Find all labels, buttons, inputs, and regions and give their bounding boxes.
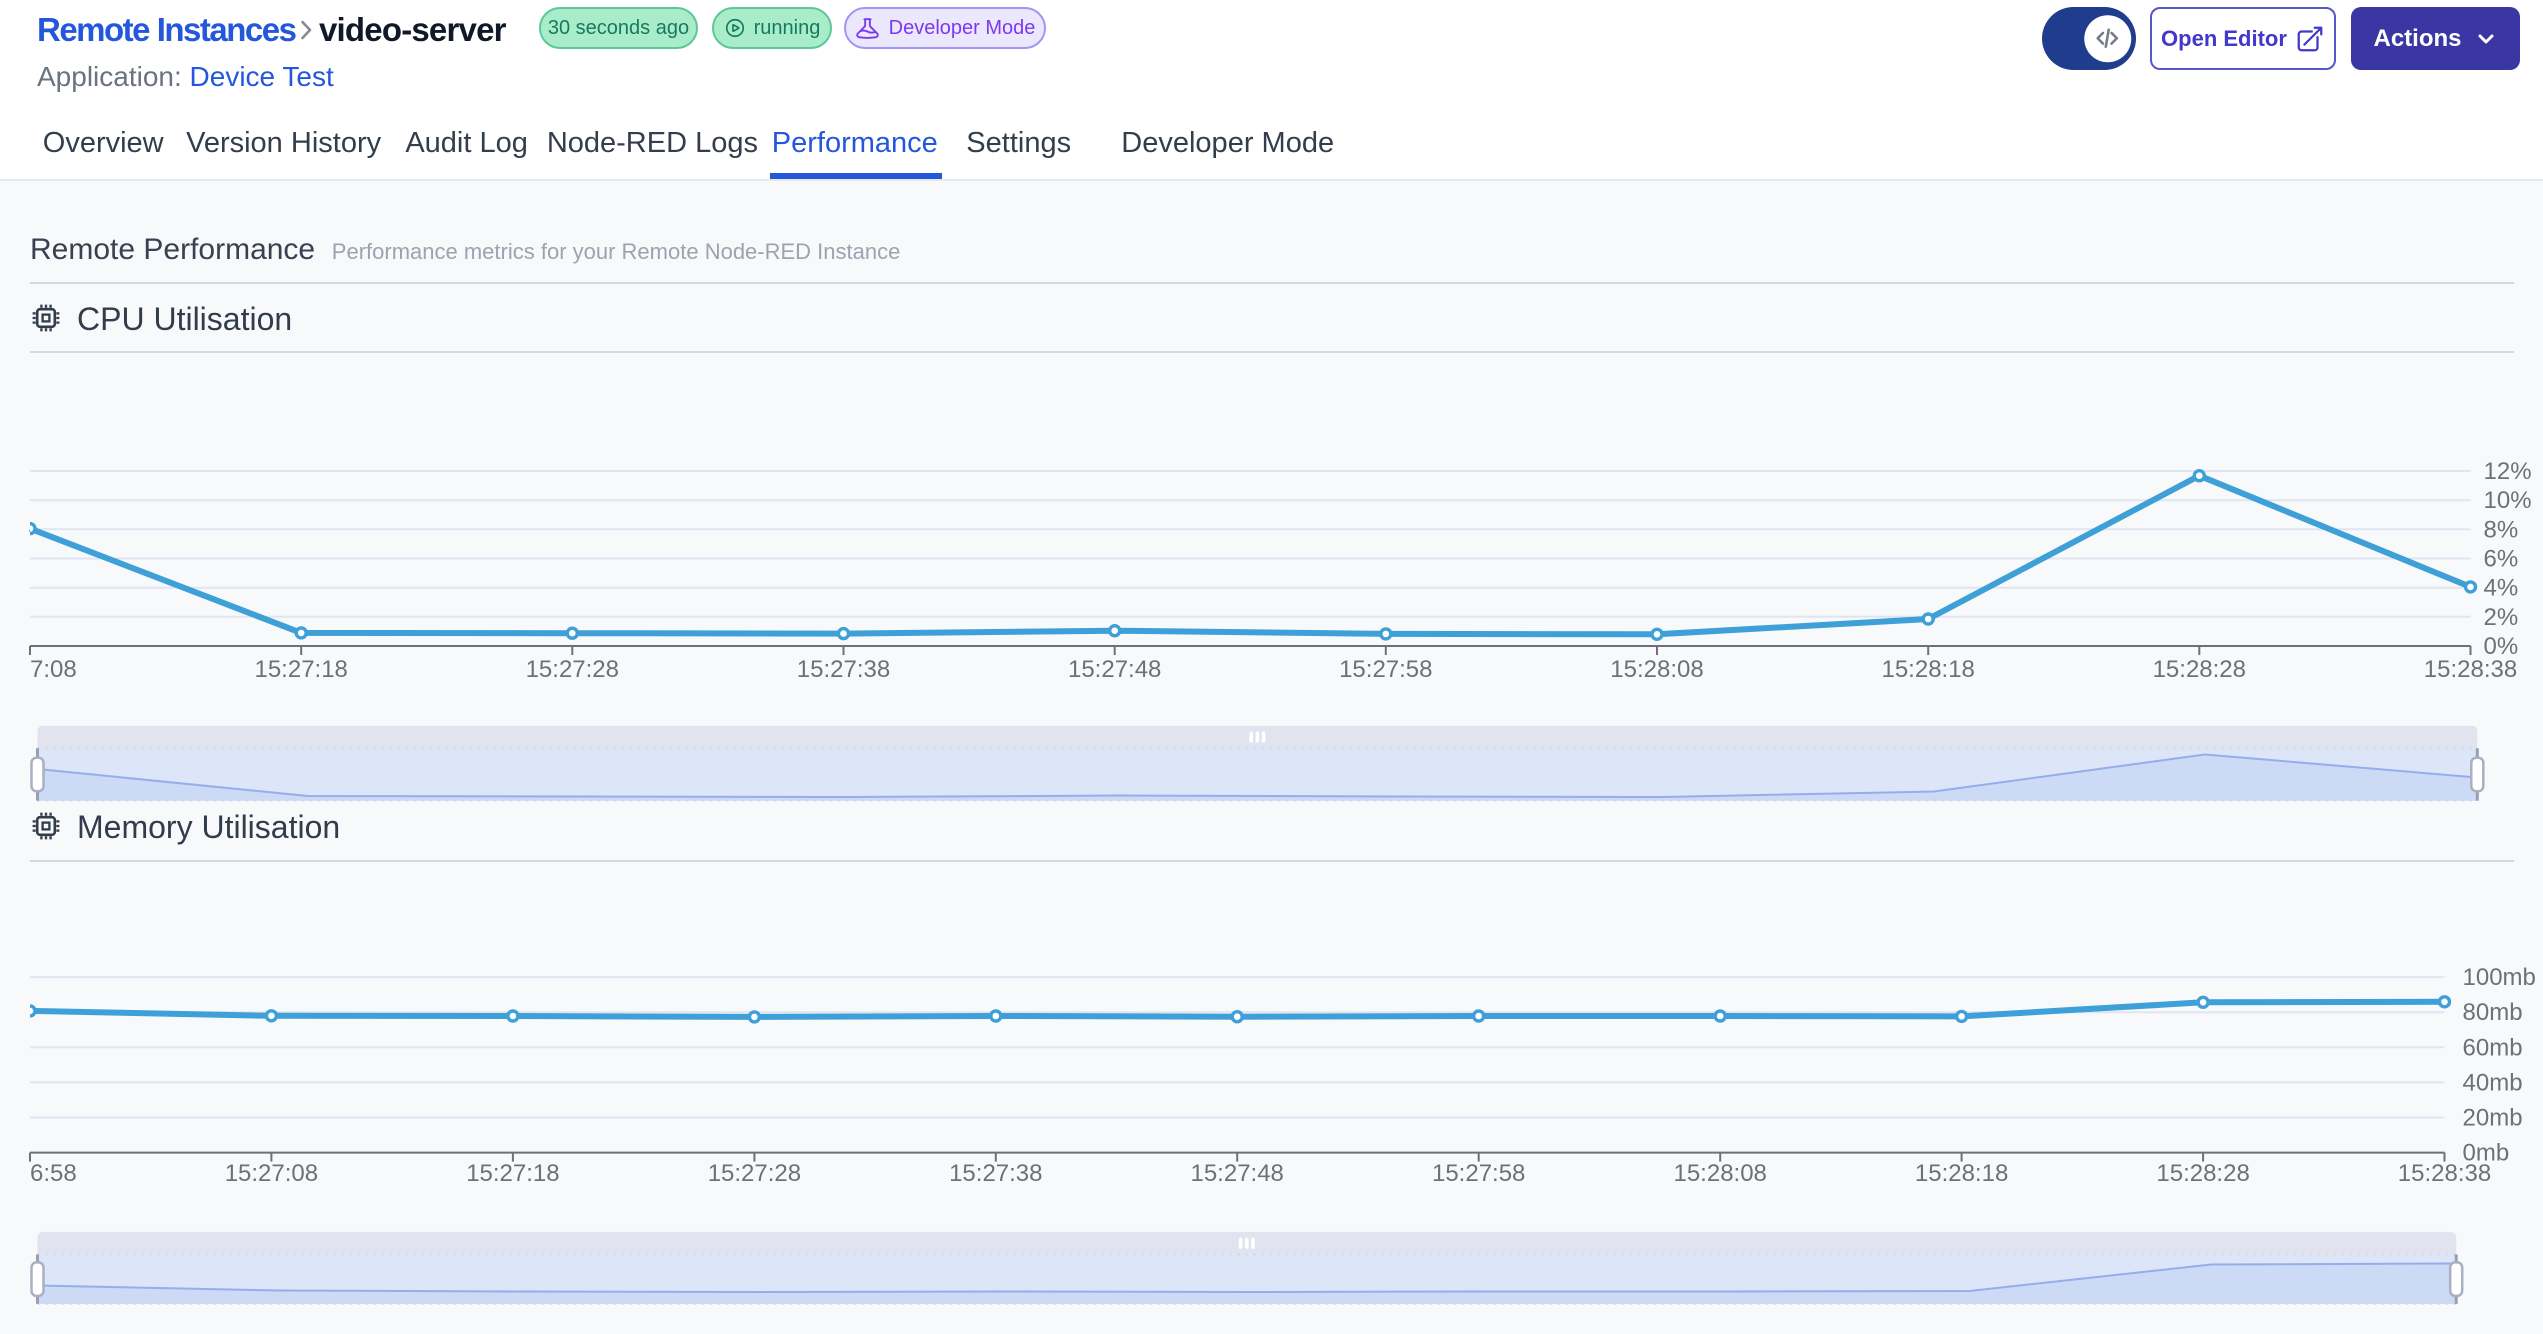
svg-text:15:28:08: 15:28:08: [1673, 1160, 1766, 1187]
svg-text:15:27:18: 15:27:18: [466, 1160, 559, 1187]
svg-text:15:28:38: 15:28:38: [2398, 1160, 2491, 1187]
svg-text:15:28:18: 15:28:18: [1881, 656, 1974, 683]
svg-text:100mb: 100mb: [2463, 964, 2536, 991]
svg-text:15:27:58: 15:27:58: [1432, 1160, 1525, 1187]
svg-text:8%: 8%: [2484, 516, 2519, 543]
svg-text:15:28:08: 15:28:08: [1610, 656, 1703, 683]
svg-text:40mb: 40mb: [2463, 1069, 2523, 1096]
svg-text:12%: 12%: [2484, 458, 2532, 485]
svg-text:80mb: 80mb: [2463, 999, 2523, 1026]
svg-text:4%: 4%: [2484, 575, 2519, 602]
svg-text:15:27:38: 15:27:38: [949, 1160, 1042, 1187]
svg-text:15:27:28: 15:27:28: [708, 1160, 801, 1187]
svg-text:15:27:18: 15:27:18: [254, 656, 347, 683]
svg-text:15:27:48: 15:27:48: [1190, 1160, 1283, 1187]
svg-text:15:27:28: 15:27:28: [526, 656, 619, 683]
svg-text:15:26:58: 15:26:58: [0, 1160, 77, 1187]
svg-text:15:27:58: 15:27:58: [1339, 656, 1432, 683]
svg-text:15:27:38: 15:27:38: [797, 656, 890, 683]
svg-text:15:28:28: 15:28:28: [2153, 656, 2246, 683]
svg-text:15:27:08: 15:27:08: [0, 656, 77, 683]
svg-text:15:28:28: 15:28:28: [2156, 1160, 2249, 1187]
svg-text:15:27:08: 15:27:08: [225, 1160, 318, 1187]
svg-text:15:27:48: 15:27:48: [1068, 656, 1161, 683]
svg-text:20mb: 20mb: [2463, 1105, 2523, 1132]
svg-text:15:28:18: 15:28:18: [1915, 1160, 2008, 1187]
svg-text:60mb: 60mb: [2463, 1034, 2523, 1061]
svg-text:10%: 10%: [2484, 487, 2532, 514]
svg-text:2%: 2%: [2484, 604, 2519, 631]
svg-text:6%: 6%: [2484, 546, 2519, 573]
svg-text:15:28:38: 15:28:38: [2424, 656, 2517, 683]
